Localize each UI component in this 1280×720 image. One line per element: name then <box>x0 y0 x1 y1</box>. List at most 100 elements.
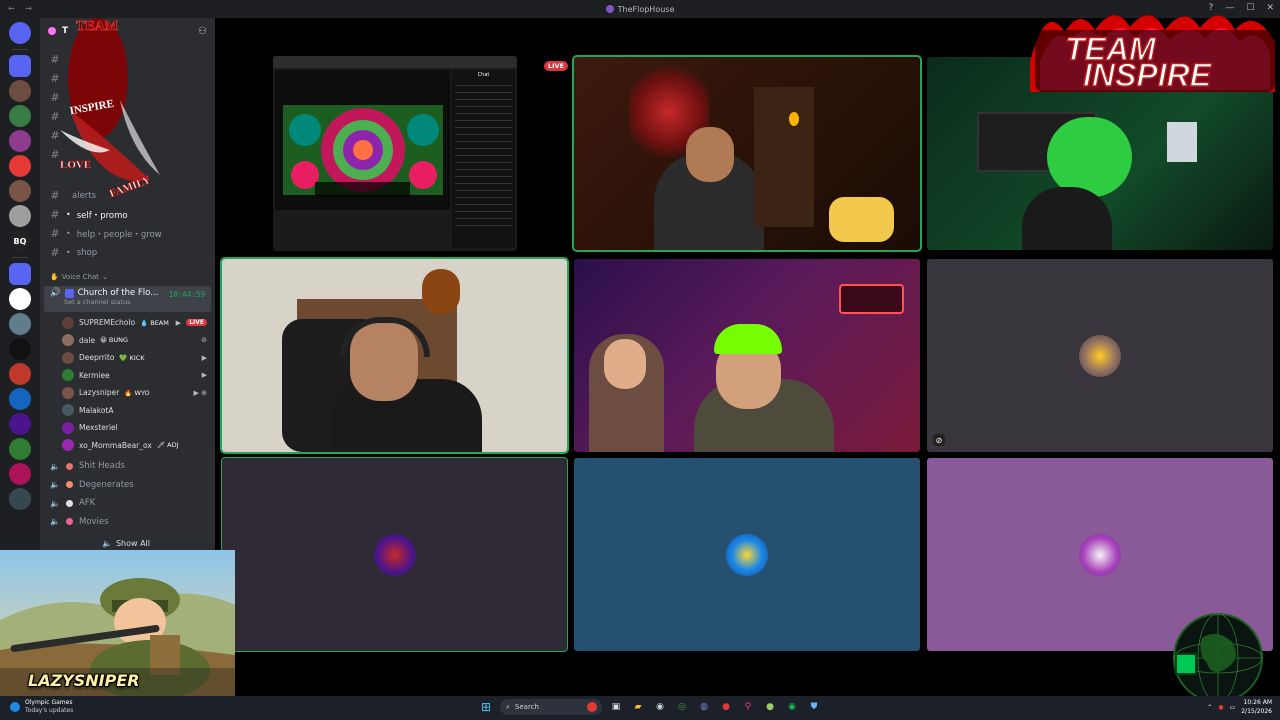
app-icon[interactable]: ● <box>762 699 778 715</box>
user-name: Mexsteriel <box>79 423 118 433</box>
voice-user[interactable]: MalakotA <box>40 402 215 420</box>
text-channel[interactable]: # • self・promo <box>40 205 215 224</box>
window-title: TheFlopHouse <box>617 4 675 14</box>
active-voice-channel[interactable]: 🔊 Church of the Flo... 10:44:59 Set a ch… <box>44 286 211 312</box>
server-avatar-icon[interactable] <box>9 180 31 202</box>
channel-emoji: • <box>66 210 71 219</box>
server-avatar-icon[interactable] <box>9 80 31 102</box>
server-avatar-icon[interactable] <box>9 363 31 385</box>
voice-channel-list: 🔈 Shit Heads 🔈 Degenerates 🔈 AFK 🔈 Movies <box>40 457 215 531</box>
server-avatar-icon[interactable] <box>9 438 31 460</box>
server-avatar-icon[interactable] <box>9 155 31 177</box>
app-icon[interactable]: ● <box>718 699 734 715</box>
task-view-icon[interactable]: ▣ <box>608 699 624 715</box>
channel-emoji-icon <box>65 499 73 507</box>
team-inspire-logo: TEAM INSPIRE <box>1030 15 1275 94</box>
steam-icon[interactable]: ◉ <box>652 699 668 715</box>
active-voice-name: Church of the Flo... <box>77 288 159 298</box>
speaker-icon: 🔈 <box>50 517 60 527</box>
user-avatar <box>62 351 74 364</box>
green-beanie <box>714 324 782 354</box>
screen-share-tile[interactable]: Chat <box>273 56 517 251</box>
voice-user[interactable]: xo_MommaBear_ox 🗡 ADJ <box>40 437 215 455</box>
windows-start-icon[interactable]: ⊞ <box>478 699 494 715</box>
video-tile-avatar[interactable] <box>574 458 920 651</box>
video-tile-user[interactable] <box>574 259 920 452</box>
nav-arrows[interactable]: ← → <box>8 4 36 13</box>
voice-channel[interactable]: 🔈 Degenerates <box>40 476 215 495</box>
user-name: SUPREMEcholo <box>79 318 136 328</box>
news-widget[interactable]: Olympic Games Today's updates <box>10 699 73 715</box>
user-name: Deeprrito <box>79 353 115 363</box>
server-avatar-icon[interactable] <box>9 388 31 410</box>
clock[interactable]: 10:26 AM 2/15/2026 <box>1241 698 1272 716</box>
voice-user[interactable]: Mexsteriel <box>40 419 215 437</box>
taskbar-search[interactable]: ⌕ Search <box>500 699 602 715</box>
server-avatar-icon[interactable] <box>9 130 31 152</box>
mute-status-icon: ⊘ <box>933 434 945 446</box>
discord-home-icon[interactable] <box>9 22 31 44</box>
server-avatar-icon[interactable] <box>9 313 31 335</box>
server-avatar-icon[interactable]: BQ <box>9 230 31 252</box>
spotify-icon[interactable]: ◉ <box>784 699 800 715</box>
video-tile-avatar[interactable]: ⊘ <box>927 259 1273 452</box>
file-explorer-icon[interactable]: ▰ <box>630 699 646 715</box>
voice-timer: 10:44:59 <box>168 290 205 299</box>
user-tag: 😀 BUNG <box>100 336 129 345</box>
voice-channel[interactable]: 🔈 AFK <box>40 494 215 513</box>
neon-sign <box>839 284 904 314</box>
server-avatar-icon[interactable] <box>9 105 31 127</box>
server-avatar-icon[interactable] <box>9 205 31 227</box>
search-placeholder: Search <box>514 703 539 711</box>
add-member-icon[interactable]: ⚇ <box>198 26 207 37</box>
server-avatar-icon[interactable] <box>9 413 31 435</box>
text-channel[interactable]: # • shop <box>40 243 215 262</box>
app-window: ← → TheFlopHouse ? — ☐ ✕ BQ T ⚇ # # # # … <box>0 0 1280 720</box>
widget-subtitle: Today's updates <box>25 707 74 714</box>
channel-status[interactable]: Set a channel status <box>64 298 205 306</box>
network-icon[interactable]: ▭ <box>1230 704 1236 711</box>
video-stage: Chat LIVE ⊘ <box>215 18 1280 695</box>
voice-channel[interactable]: 🔈 Shit Heads <box>40 457 215 476</box>
user-tag: 🗡 ADJ <box>156 441 179 450</box>
voice-user[interactable]: dale 😀 BUNG ⊘ <box>40 332 215 350</box>
tray-app-icon[interactable]: ● <box>1218 704 1223 711</box>
channel-name: help・people・grow <box>76 229 162 240</box>
text-channel[interactable]: # • help・people・grow <box>40 224 215 243</box>
windows-taskbar: Olympic Games Today's updates ⊞ ⌕ Search… <box>0 696 1280 720</box>
voice-channel[interactable]: 🔈 Movies <box>40 513 215 532</box>
logo-text-inspire: INSPIRE <box>1083 57 1213 93</box>
voice-user[interactable]: Lazysniper 🔥 WYO ▶ ⊕ <box>40 384 215 402</box>
server-avatar-icon[interactable] <box>9 488 31 510</box>
chrome-icon[interactable]: ◎ <box>674 699 690 715</box>
user-avatar <box>62 421 74 434</box>
map-pin-icon[interactable]: ⚲ <box>740 699 756 715</box>
shield-icon[interactable]: ⛊ <box>806 699 822 715</box>
folder-icon[interactable] <box>9 55 31 77</box>
person-head <box>686 127 734 182</box>
show-all-button[interactable]: 🔈 Show All <box>46 536 206 550</box>
live-badge: LIVE <box>544 61 569 71</box>
server-avatar-icon[interactable] <box>9 338 31 360</box>
video-tile-user[interactable] <box>220 257 569 454</box>
discord-icon[interactable]: ◍ <box>696 699 712 715</box>
video-tile-avatar[interactable] <box>221 457 568 652</box>
chevron-up-icon[interactable]: ⌃ <box>1207 704 1212 711</box>
chat-messages <box>455 82 512 232</box>
voice-user[interactable]: Deeprrito 💚 KICK ▶ <box>40 349 215 367</box>
category-emoji-icon: ✋ <box>50 273 59 281</box>
wall-calendar <box>1167 122 1197 162</box>
folder-icon[interactable] <box>9 263 31 285</box>
voice-user[interactable]: SUPREMEcholo 💧 BEAM ▶ LIVE <box>40 314 215 332</box>
speaker-icon: 🔈 <box>50 461 60 471</box>
voice-user[interactable]: Kermiee ▶ <box>40 367 215 385</box>
speaker-icon: 🔊 <box>50 288 61 298</box>
server-avatar-icon[interactable] <box>9 288 31 310</box>
server-avatar-icon[interactable] <box>9 463 31 485</box>
chevron-down-icon: ⌄ <box>101 273 108 281</box>
video-tile-user[interactable] <box>572 55 922 252</box>
user-avatar <box>62 386 74 399</box>
taskbar-center: ⊞ ⌕ Search ▣ ▰ ◉ ◎ ◍ ● ⚲ ● ◉ ⛊ <box>478 699 822 715</box>
voice-category-header[interactable]: ✋ Voice Chat ⌄ <box>40 270 215 284</box>
system-tray: ⌃ ● ▭ 10:26 AM 2/15/2026 <box>1207 698 1272 716</box>
